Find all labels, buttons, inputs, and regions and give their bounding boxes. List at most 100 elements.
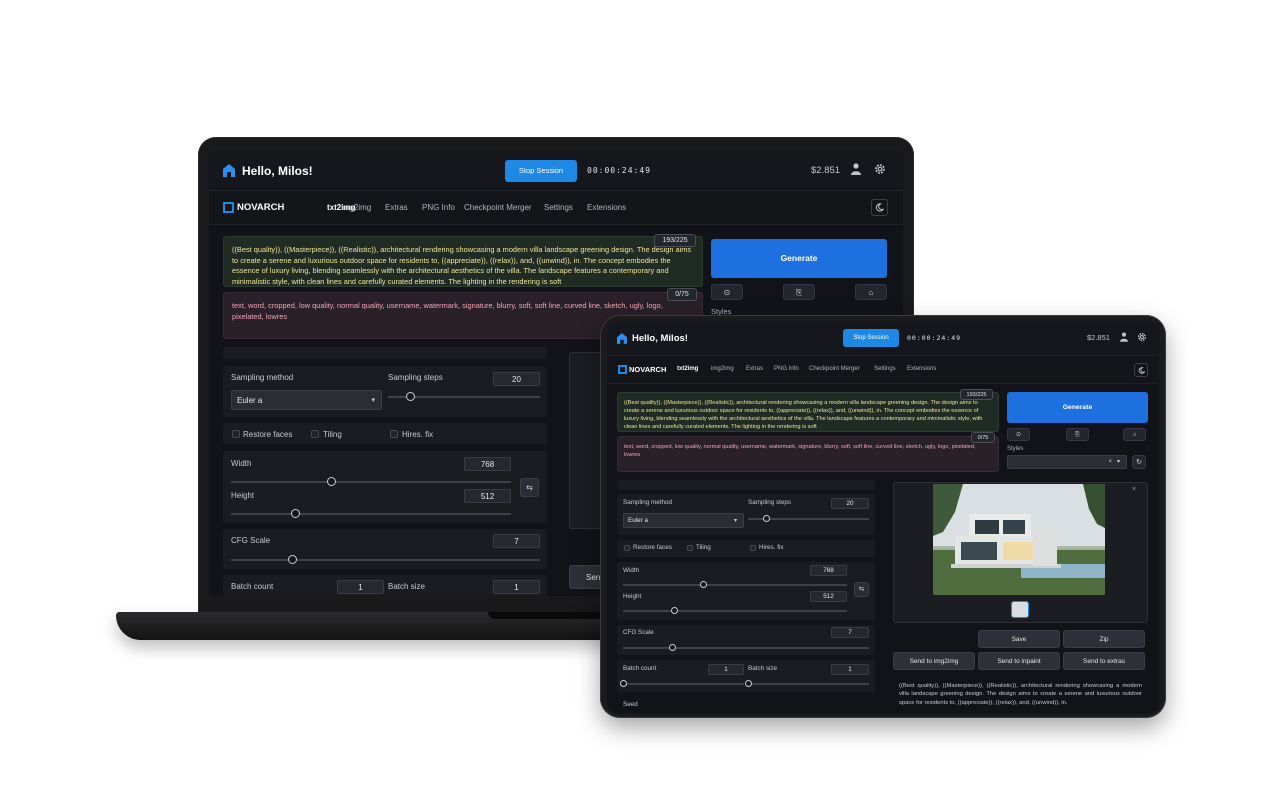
width-track — [623, 584, 847, 586]
tab-png-info[interactable]: PNG Info — [422, 203, 455, 212]
hires-fix-checkbox[interactable] — [750, 545, 756, 551]
sampling-method-label: Sampling method — [623, 499, 673, 506]
negative-prompt-text: text, word, cropped, low quality, normal… — [232, 301, 663, 321]
save-button[interactable]: Save — [978, 630, 1060, 648]
height-input[interactable]: 512 — [810, 591, 847, 602]
close-icon[interactable]: × — [1132, 486, 1136, 493]
hires-fix-checkbox[interactable] — [390, 430, 398, 438]
tiling-checkbox[interactable] — [687, 545, 693, 551]
height-track — [623, 610, 847, 612]
theme-toggle-button[interactable] — [871, 199, 888, 216]
restore-faces-checkbox[interactable] — [232, 430, 240, 438]
paste-button[interactable]: ⊙ — [1007, 428, 1030, 441]
height-slider[interactable] — [290, 509, 300, 518]
tab-checkpoint-merger[interactable]: Checkpoint Merger — [809, 366, 860, 372]
negative-token-counter: 0/75 — [667, 288, 697, 301]
send-to-img2img-button[interactable]: Send to img2img — [893, 652, 975, 670]
swap-dimensions-button[interactable]: ⇆ — [520, 478, 539, 497]
greeting: Hello, Milos! — [242, 164, 313, 178]
prompt-text: ((Best quality)), ((Masterpiece)), ((Rea… — [232, 245, 692, 287]
zip-button[interactable]: Zip — [1063, 630, 1145, 648]
sampling-steps-label: Sampling steps — [748, 499, 792, 506]
sampling-method-select[interactable]: Euler a ▾ — [623, 513, 744, 528]
batch-count-label: Batch count — [623, 665, 657, 672]
width-label: Width — [231, 459, 252, 468]
gear-icon[interactable] — [1136, 332, 1148, 344]
tiling-checkbox[interactable] — [311, 430, 319, 438]
tab-extras[interactable]: Extras — [746, 366, 763, 372]
batch-size-slider[interactable] — [744, 680, 752, 687]
sampling-steps-slider[interactable] — [762, 515, 770, 522]
paste-button[interactable]: ⊙ — [711, 284, 743, 300]
brand-logo[interactable]: NOVARCH — [618, 365, 666, 374]
tab-img2img[interactable]: img2img — [341, 203, 371, 212]
batch-count-input[interactable]: 1 — [337, 580, 384, 594]
clear-styles-icon[interactable]: × — [1108, 456, 1112, 469]
save-style-button[interactable]: ⌂ — [1123, 428, 1146, 441]
params-header-panel — [223, 347, 547, 359]
generate-button[interactable]: Generate — [711, 239, 887, 278]
swap-dimensions-button[interactable]: ⇆ — [854, 582, 869, 597]
tablet-screen: Hello, Milos! Stop Session 00:00:24:49 $… — [607, 322, 1159, 714]
tab-checkpoint-merger[interactable]: Checkpoint Merger — [464, 203, 532, 212]
tablet-app: Hello, Milos! Stop Session 00:00:24:49 $… — [607, 322, 1159, 714]
send-to-extras-button[interactable]: Send to extras — [1063, 652, 1145, 670]
tab-png-info[interactable]: PNG Info — [774, 366, 799, 372]
height-input[interactable]: 512 — [464, 489, 511, 503]
send-to-inpaint-button[interactable]: Send to inpaint — [978, 652, 1060, 670]
prompt-textarea[interactable]: ((Best quality)), ((Masterpiece)), ((Rea… — [617, 392, 999, 432]
stop-session-button[interactable]: Stop Session — [843, 329, 899, 347]
home-icon[interactable] — [223, 164, 235, 177]
cfg-scale-slider[interactable] — [668, 644, 676, 651]
logo-square-icon — [618, 365, 627, 374]
width-input[interactable]: 768 — [810, 565, 847, 576]
tab-img2img[interactable]: img2img — [711, 366, 734, 372]
tab-extensions[interactable]: Extensions — [587, 203, 626, 212]
refresh-icon: ↻ — [1136, 459, 1142, 466]
batch-count-input[interactable]: 1 — [708, 664, 744, 675]
clear-button[interactable]: ⎘ — [783, 284, 815, 300]
batch-size-input[interactable]: 1 — [493, 580, 540, 594]
sampling-method-select[interactable]: Euler a ▾ — [231, 390, 382, 410]
chevron-down-icon: ▾ — [733, 518, 737, 524]
image-thumbnail[interactable] — [1011, 601, 1029, 618]
tab-settings[interactable]: Settings — [544, 203, 573, 212]
gear-icon[interactable] — [873, 163, 887, 177]
theme-toggle-button[interactable] — [1134, 363, 1148, 377]
generate-button[interactable]: Generate — [1007, 392, 1148, 423]
user-icon[interactable] — [850, 163, 862, 177]
batch-size-input[interactable]: 1 — [831, 664, 869, 675]
generated-villa-image[interactable] — [933, 484, 1105, 595]
credit-balance: $2.851 — [1087, 333, 1110, 342]
home-icon[interactable] — [617, 333, 627, 344]
sampling-steps-input[interactable]: 20 — [831, 498, 869, 509]
negative-prompt-textarea[interactable]: text, word, cropped, low quality, normal… — [617, 436, 999, 472]
height-slider[interactable] — [671, 607, 679, 614]
cfg-scale-input[interactable]: 7 — [831, 627, 869, 638]
styles-select[interactable]: × ▾ — [1007, 455, 1127, 469]
session-timer: 00:00:24:49 — [587, 166, 651, 175]
prompt-textarea[interactable]: ((Best quality)), ((Masterpiece)), ((Rea… — [223, 236, 703, 287]
tab-extras[interactable]: Extras — [385, 203, 408, 212]
greeting: Hello, Milos! — [632, 333, 688, 344]
restore-faces-checkbox[interactable] — [624, 545, 630, 551]
user-icon[interactable] — [1119, 332, 1129, 344]
stop-session-button[interactable]: Stop Session — [505, 160, 577, 182]
prompt-token-counter: 193/225 — [654, 234, 696, 247]
prompt-text: ((Best quality)), ((Masterpiece)), ((Rea… — [624, 400, 983, 431]
clear-button[interactable]: ⎘ — [1066, 428, 1089, 441]
credit-balance: $2.851 — [811, 165, 841, 176]
brand-logo[interactable]: NOVARCH — [223, 202, 284, 213]
restore-faces-label: Restore faces — [243, 430, 293, 439]
tab-txt2img[interactable]: txt2img — [677, 366, 698, 372]
sampling-steps-input[interactable]: 20 — [493, 372, 540, 386]
tiling-label: Tiling — [696, 544, 711, 551]
cfg-scale-input[interactable]: 7 — [493, 534, 540, 548]
save-style-button[interactable]: ⌂ — [855, 284, 887, 300]
batch-count-slider[interactable] — [619, 680, 627, 687]
refresh-styles-button[interactable]: ↻ — [1132, 455, 1146, 469]
width-input[interactable]: 768 — [464, 457, 511, 471]
tab-settings[interactable]: Settings — [874, 366, 896, 372]
tab-extensions[interactable]: Extensions — [907, 366, 936, 372]
hires-fix-label: Hires. fix — [759, 544, 784, 551]
